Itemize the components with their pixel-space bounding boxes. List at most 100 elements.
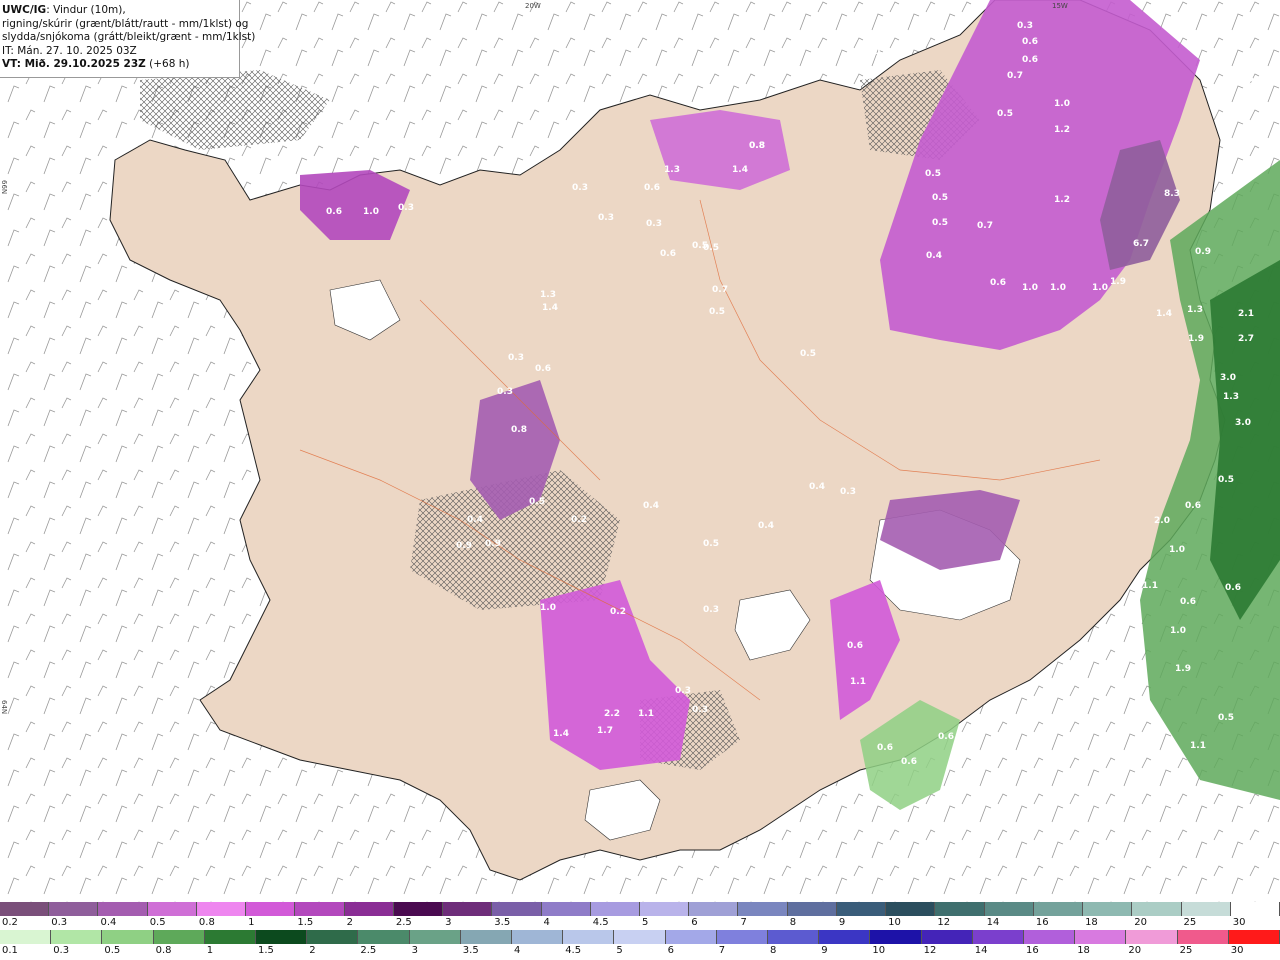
legend-swatch bbox=[492, 902, 542, 916]
legend-swatch bbox=[614, 930, 666, 944]
grid-label-64n: 64N bbox=[0, 700, 8, 714]
legend-rain-labels: 0.1 0.3 0.5 0.8 1 1.5 2 2.5 3 3.5 4 4.5 5 6 7 8 9 10 12 14 1… bbox=[0, 944, 1280, 958]
legend-swatch bbox=[196, 902, 247, 916]
legend-swatch bbox=[98, 902, 148, 916]
precip-value-label: 0.4 bbox=[758, 521, 774, 531]
precip-value-label: 1.2 bbox=[1054, 195, 1070, 205]
legend-label: 9 bbox=[821, 945, 828, 956]
forecast-map[interactable]: 20W 15W 66N 64N 0.20.30.30.60.60.71.00.5… bbox=[0, 0, 1280, 902]
title-line-1-rest: : Vindur (10m), bbox=[46, 4, 126, 16]
init-time: IT: Mán. 27. 10. 2025 03Z bbox=[2, 44, 137, 57]
legend-swatch bbox=[1024, 930, 1076, 944]
precip-value-label: 1.3 bbox=[1223, 392, 1239, 402]
legend-swatch bbox=[344, 902, 394, 916]
grid-label-66n: 66N bbox=[0, 180, 8, 194]
precip-value-label: 0.9 bbox=[1195, 247, 1211, 257]
legend-swatch bbox=[512, 930, 564, 944]
precip-value-label: 1.9 bbox=[1110, 277, 1126, 287]
precip-value-label: 0.6 bbox=[535, 364, 551, 374]
legend-label: 1 bbox=[206, 945, 214, 956]
legend-swatch bbox=[1228, 930, 1280, 944]
precip-value-label: 2.8 bbox=[1238, 77, 1254, 87]
legend-label: 14 bbox=[986, 917, 1000, 928]
precip-value-label: 0.3 bbox=[497, 387, 513, 397]
legend-swatch bbox=[246, 902, 296, 916]
precip-value-label: 0.5 bbox=[925, 169, 941, 179]
precip-value-label: 0.5 bbox=[703, 243, 719, 253]
legend-swatch bbox=[984, 902, 1034, 916]
legend-label: 7 bbox=[740, 917, 747, 928]
valid-time: VT: Mið. 29.10.2025 23Z bbox=[2, 58, 146, 70]
legend-swatch bbox=[256, 930, 308, 944]
legend-label: 4.5 bbox=[592, 917, 609, 928]
precip-value-label: 1.1 bbox=[850, 677, 866, 687]
legend-swatch bbox=[787, 902, 837, 916]
legend-label: 2 bbox=[309, 945, 316, 956]
precip-value-label: 0.5 bbox=[1218, 475, 1234, 485]
legend-label: 3.5 bbox=[462, 945, 479, 956]
legend-label: 12 bbox=[923, 945, 937, 956]
legend-label: 10 bbox=[888, 917, 901, 928]
precip-value-label: 0.4 bbox=[926, 251, 942, 261]
precip-value-label: 0.5 bbox=[932, 193, 948, 203]
precip-value-label: 1.7 bbox=[597, 726, 613, 736]
precip-value-label: 0.6 bbox=[660, 249, 676, 259]
precip-value-label: 0.4 bbox=[643, 501, 659, 511]
legend-label: 16 bbox=[1035, 917, 1049, 928]
precip-value-label: 0.3 bbox=[598, 213, 614, 223]
precip-value-label: 0.6 bbox=[990, 278, 1006, 288]
legend-swatch bbox=[541, 902, 591, 916]
legend-label: 20 bbox=[1128, 945, 1142, 956]
snow-area-north-center bbox=[650, 110, 790, 190]
precip-value-label: 1.9 bbox=[1188, 334, 1204, 344]
precip-value-label: 1.0 bbox=[1022, 283, 1038, 293]
legend-label: 6 bbox=[691, 917, 698, 928]
precip-value-label: 2.2 bbox=[604, 709, 620, 719]
legend-swatch bbox=[0, 902, 50, 916]
legend-label: 6 bbox=[667, 945, 674, 956]
precip-value-label: 0.8 bbox=[749, 141, 765, 151]
legend-label: 2.5 bbox=[395, 917, 412, 928]
precip-value-label: 6.7 bbox=[1133, 239, 1149, 249]
precip-value-label: 2.7 bbox=[1238, 334, 1254, 344]
legend-swatch bbox=[563, 930, 615, 944]
precip-value-label: 0.3 bbox=[646, 219, 662, 229]
precip-value-label: 0.6 bbox=[326, 207, 342, 217]
title-line-1: UWC/IG: Vindur (10m), bbox=[2, 4, 237, 18]
legend-label: 30 bbox=[1230, 945, 1244, 956]
precip-value-label: 1.4 bbox=[542, 303, 558, 313]
precip-value-label: 0.7 bbox=[977, 221, 993, 231]
precip-value-label: 1.0 bbox=[363, 207, 379, 217]
precip-value-label: 0.4 bbox=[809, 482, 825, 492]
precip-value-label: 0.5 bbox=[703, 539, 719, 549]
legend-label: 12 bbox=[937, 917, 951, 928]
legend-swatch bbox=[1126, 930, 1178, 944]
valid-time-line: VT: Mið. 29.10.2025 23Z (+68 h) bbox=[2, 58, 237, 72]
legend-label: 20 bbox=[1134, 917, 1148, 928]
legend-label: 2 bbox=[346, 917, 353, 928]
legend-swatch bbox=[393, 902, 444, 916]
precip-value-label: 1.4 bbox=[553, 729, 569, 739]
title-line-3: slydda/snjókoma (grátt/bleikt/grænt - mm… bbox=[2, 31, 256, 43]
legend-snow-labels: 0.2 0.3 0.4 0.5 0.8 1 1.5 2 2.5 3 3.5 4 4.5 5 6 7 8 9 10 12… bbox=[0, 916, 1280, 930]
legend-label: 3 bbox=[411, 945, 418, 956]
legend-label: 4.5 bbox=[565, 945, 582, 956]
precip-value-label: 2.1 bbox=[1238, 309, 1254, 319]
legend-label: 8 bbox=[770, 945, 777, 956]
legend-swatch bbox=[153, 930, 205, 944]
legend-label: 18 bbox=[1085, 917, 1098, 928]
legend-swatch bbox=[295, 902, 345, 916]
precip-value-label: 0.2 bbox=[610, 607, 626, 617]
precip-value-label: 0.5 bbox=[1218, 713, 1234, 723]
legend-swatch bbox=[665, 930, 717, 944]
precip-value-label: 1.4 bbox=[1156, 309, 1172, 319]
legend-swatch bbox=[409, 930, 461, 944]
precip-value-label: 3.0 bbox=[1220, 373, 1236, 383]
precip-value-label: 0.4 bbox=[467, 515, 483, 525]
precip-value-label: 0.3 bbox=[703, 605, 719, 615]
legend-swatch bbox=[716, 930, 768, 944]
legend-label: 18 bbox=[1077, 945, 1090, 956]
legend-label: 0.4 bbox=[100, 917, 117, 928]
legend-label: 25 bbox=[1183, 917, 1197, 928]
precip-value-label: 0.3 bbox=[572, 183, 588, 193]
